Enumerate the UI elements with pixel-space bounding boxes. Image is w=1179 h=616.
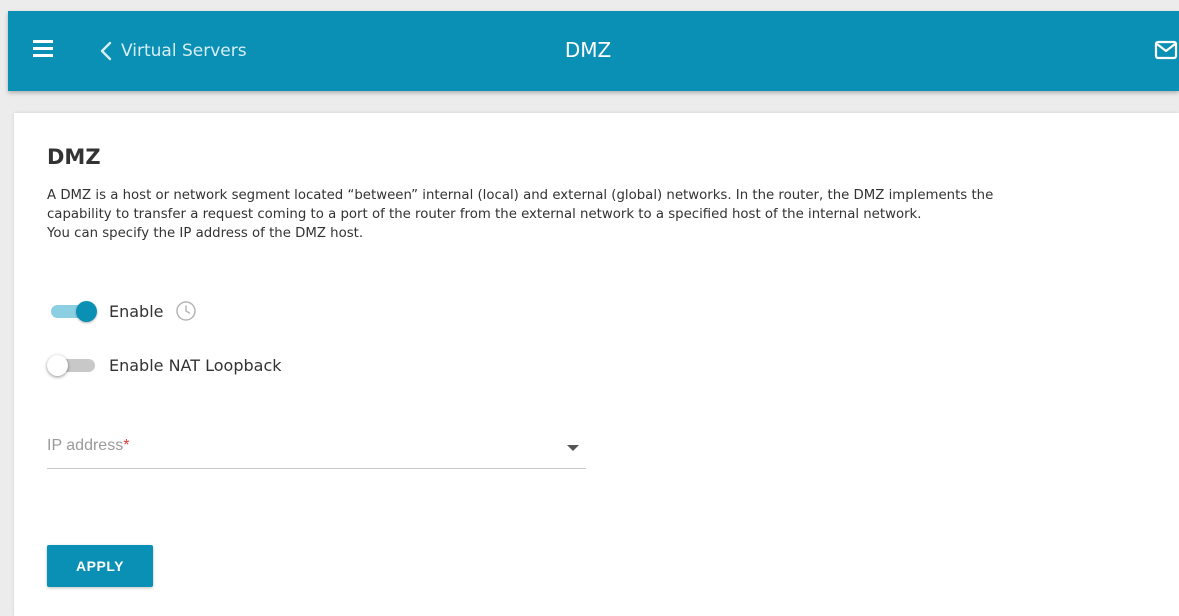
schedule-clock-icon[interactable]: [175, 300, 197, 322]
description: A DMZ is a host or network segment locat…: [47, 186, 1157, 243]
description-line: capability to transfer a request coming …: [47, 207, 922, 222]
enable-label: Enable: [109, 301, 164, 321]
chevron-left-icon: [100, 41, 112, 61]
top-bar: Virtual Servers DMZ: [8, 11, 1179, 91]
description-line: A DMZ is a host or network segment locat…: [47, 188, 994, 203]
nat-loopback-toggle[interactable]: [47, 350, 99, 380]
back-link-label: Virtual Servers: [121, 41, 247, 61]
enable-row: Enable: [47, 296, 197, 326]
required-mark: *: [123, 437, 130, 454]
dmz-settings-card: DMZ A DMZ is a host or network segment l…: [14, 113, 1179, 616]
nat-loopback-label: Enable NAT Loopback: [109, 355, 282, 375]
toggle-knob: [47, 355, 68, 376]
back-link[interactable]: Virtual Servers: [96, 39, 247, 63]
toggle-knob: [76, 301, 97, 322]
apply-button[interactable]: APPLY: [47, 545, 153, 587]
page-title: DMZ: [564, 38, 612, 62]
description-line: You can specify the IP address of the DM…: [47, 226, 364, 241]
section-title: DMZ: [47, 145, 101, 169]
ip-address-select[interactable]: IP address*: [47, 429, 586, 469]
mail-icon[interactable]: [1154, 39, 1178, 61]
dropdown-arrow-icon: [567, 445, 579, 451]
hamburger-menu-icon[interactable]: [33, 40, 55, 58]
nat-loopback-row: Enable NAT Loopback: [47, 350, 282, 380]
enable-toggle[interactable]: [47, 296, 99, 326]
ip-address-placeholder: IP address*: [47, 437, 130, 454]
